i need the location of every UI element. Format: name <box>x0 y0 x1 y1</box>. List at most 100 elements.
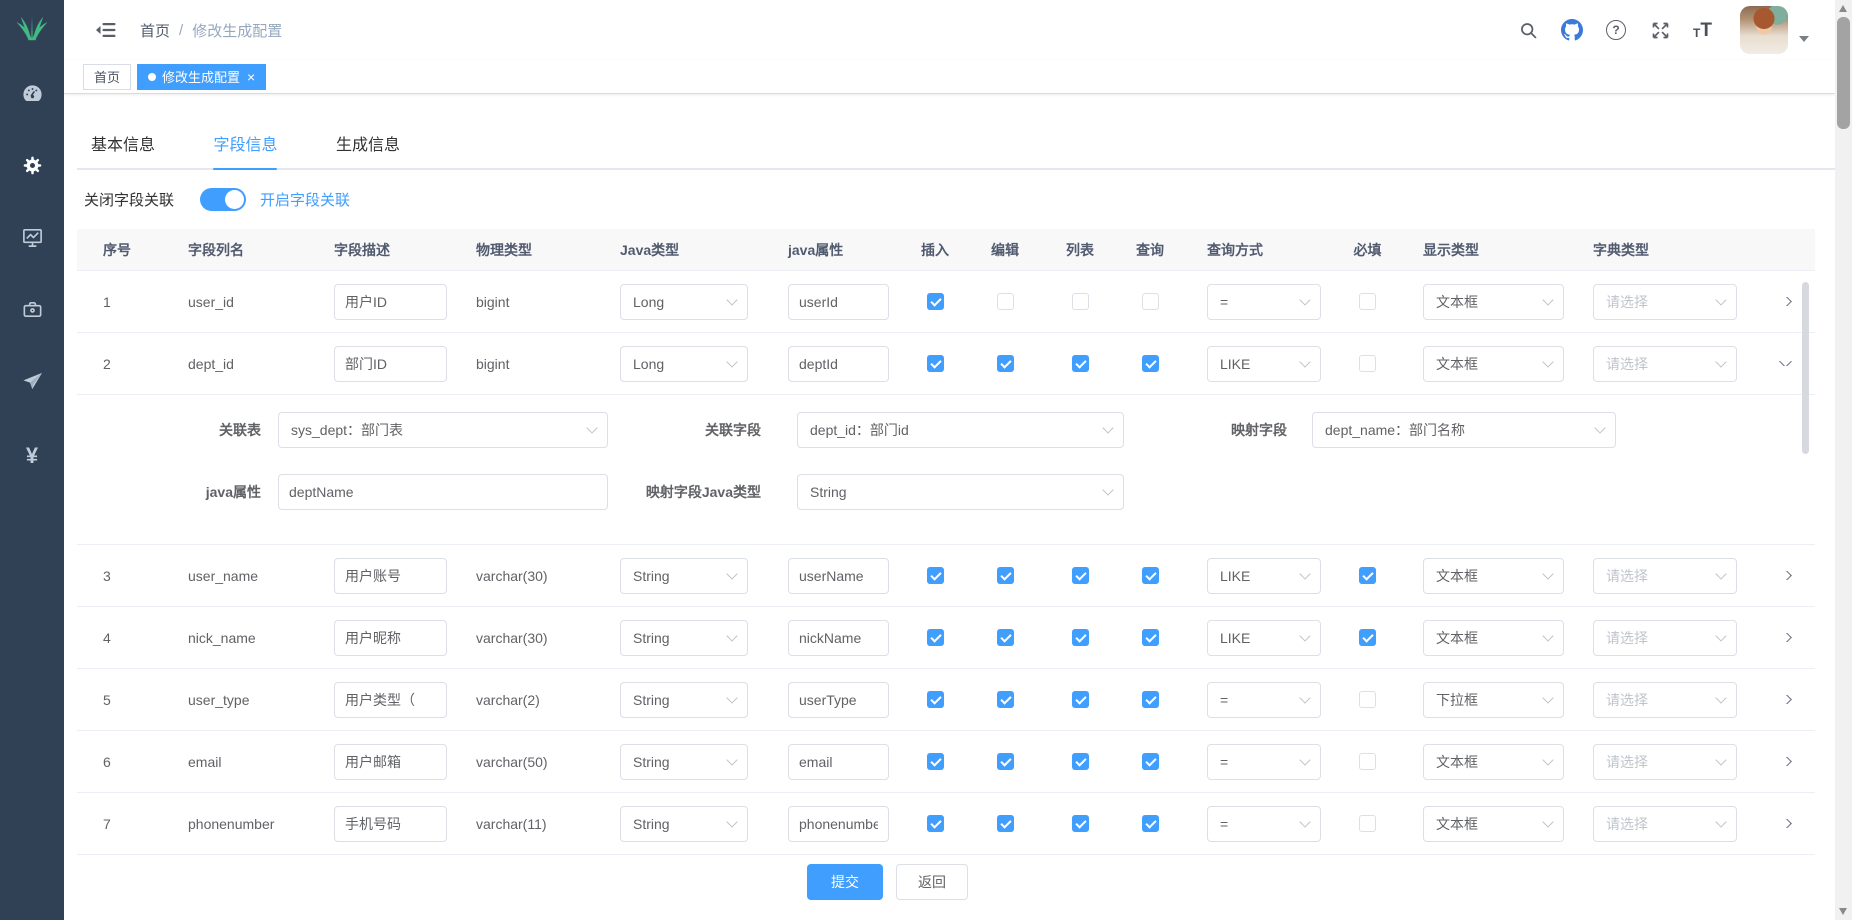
description-input[interactable] <box>334 620 447 656</box>
list-checkbox[interactable] <box>1072 691 1089 708</box>
list-checkbox[interactable] <box>1072 567 1089 584</box>
display-type-select[interactable]: 文本框 <box>1423 806 1564 842</box>
display-type-select[interactable]: 文本框 <box>1423 744 1564 780</box>
back-button[interactable]: 返回 <box>896 864 968 900</box>
scroll-up-arrow-icon[interactable] <box>1839 5 1847 12</box>
expand-toggle[interactable] <box>1779 361 1792 366</box>
breadcrumb-home[interactable]: 首页 <box>140 20 170 41</box>
description-input[interactable] <box>334 284 447 320</box>
sidebar-item-system[interactable] <box>0 132 64 204</box>
query-mode-select[interactable]: = <box>1207 284 1321 320</box>
expand-toggle[interactable] <box>1779 695 1792 704</box>
browser-scrollbar[interactable] <box>1835 0 1852 920</box>
list-checkbox[interactable] <box>1072 753 1089 770</box>
display-type-select[interactable]: 文本框 <box>1423 620 1564 656</box>
description-input[interactable] <box>334 744 447 780</box>
github-icon[interactable] <box>1561 19 1583 41</box>
tag-close-icon[interactable]: × <box>247 70 255 84</box>
insert-checkbox[interactable] <box>927 753 944 770</box>
sidebar-item-monitor[interactable] <box>0 204 64 276</box>
query-mode-select[interactable]: LIKE <box>1207 558 1321 594</box>
sidebar-item-guide[interactable] <box>0 348 64 420</box>
query-checkbox[interactable] <box>1142 691 1159 708</box>
edit-checkbox[interactable] <box>997 629 1014 646</box>
sidebar-item-pay[interactable]: ¥ <box>0 420 64 492</box>
list-checkbox[interactable] <box>1072 355 1089 372</box>
query-mode-select[interactable]: = <box>1207 682 1321 718</box>
dict-type-select[interactable]: 请选择 <box>1593 620 1737 656</box>
edit-checkbox[interactable] <box>997 355 1014 372</box>
display-type-select[interactable]: 下拉框 <box>1423 682 1564 718</box>
dict-type-select[interactable]: 请选择 <box>1593 558 1737 594</box>
required-checkbox[interactable] <box>1359 815 1376 832</box>
query-checkbox[interactable] <box>1142 629 1159 646</box>
scrollbar-thumb[interactable] <box>1837 17 1850 129</box>
app-logo[interactable] <box>0 0 64 60</box>
description-input[interactable] <box>334 346 447 382</box>
java-attr-input[interactable] <box>788 346 889 382</box>
mapping-java-type-select[interactable]: String <box>797 474 1124 510</box>
tab-field-info[interactable]: 字段信息 <box>213 120 277 168</box>
query-mode-select[interactable]: LIKE <box>1207 620 1321 656</box>
required-checkbox[interactable] <box>1359 629 1376 646</box>
insert-checkbox[interactable] <box>927 691 944 708</box>
help-icon[interactable]: ? <box>1605 19 1627 41</box>
required-checkbox[interactable] <box>1359 753 1376 770</box>
insert-checkbox[interactable] <box>927 567 944 584</box>
java-type-select[interactable]: String <box>620 744 748 780</box>
required-checkbox[interactable] <box>1359 567 1376 584</box>
description-input[interactable] <box>334 558 447 594</box>
java-attr-input[interactable] <box>788 620 889 656</box>
query-checkbox[interactable] <box>1142 815 1159 832</box>
description-input[interactable] <box>334 806 447 842</box>
fullscreen-icon[interactable] <box>1649 19 1671 41</box>
java-attr-input[interactable] <box>788 806 889 842</box>
query-mode-select[interactable]: = <box>1207 744 1321 780</box>
sidebar-item-dashboard[interactable] <box>0 60 64 132</box>
expand-toggle[interactable] <box>1779 819 1792 828</box>
edit-checkbox[interactable] <box>997 691 1014 708</box>
java-type-select[interactable]: String <box>620 682 748 718</box>
insert-checkbox[interactable] <box>927 629 944 646</box>
dict-type-select[interactable]: 请选择 <box>1593 806 1737 842</box>
query-checkbox[interactable] <box>1142 355 1159 372</box>
display-type-select[interactable]: 文本框 <box>1423 558 1564 594</box>
query-checkbox[interactable] <box>1142 567 1159 584</box>
edit-checkbox[interactable] <box>997 293 1014 310</box>
java-attr-input[interactable] <box>788 682 889 718</box>
dict-type-select[interactable]: 请选择 <box>1593 284 1737 320</box>
sub-java-attr-input[interactable] <box>278 474 608 510</box>
tag-edit-gen-config[interactable]: 修改生成配置 × <box>137 64 266 90</box>
list-checkbox[interactable] <box>1072 815 1089 832</box>
java-type-select[interactable]: String <box>620 620 748 656</box>
java-type-select[interactable]: String <box>620 558 748 594</box>
insert-checkbox[interactable] <box>927 355 944 372</box>
search-icon[interactable] <box>1517 19 1539 41</box>
edit-checkbox[interactable] <box>997 567 1014 584</box>
tab-basic-info[interactable]: 基本信息 <box>91 120 155 168</box>
table-scrollbar-thumb[interactable] <box>1802 282 1809 454</box>
dict-type-select[interactable]: 请选择 <box>1593 346 1737 382</box>
expand-toggle[interactable] <box>1779 297 1792 306</box>
insert-checkbox[interactable] <box>927 815 944 832</box>
sidebar-toggle-button[interactable] <box>94 18 118 42</box>
expand-toggle[interactable] <box>1779 757 1792 766</box>
list-checkbox[interactable] <box>1072 629 1089 646</box>
display-type-select[interactable]: 文本框 <box>1423 346 1564 382</box>
expand-toggle[interactable] <box>1779 571 1792 580</box>
java-attr-input[interactable] <box>788 558 889 594</box>
expand-toggle[interactable] <box>1779 633 1792 642</box>
query-mode-select[interactable]: = <box>1207 806 1321 842</box>
query-mode-select[interactable]: LIKE <box>1207 346 1321 382</box>
edit-checkbox[interactable] <box>997 753 1014 770</box>
tab-generate-info[interactable]: 生成信息 <box>336 120 400 168</box>
scroll-down-arrow-icon[interactable] <box>1839 908 1847 915</box>
java-attr-input[interactable] <box>788 284 889 320</box>
mapping-field-select[interactable]: dept_name：部门名称 <box>1312 412 1616 448</box>
submit-button[interactable]: 提交 <box>807 864 883 900</box>
sidebar-item-tool[interactable] <box>0 276 64 348</box>
list-checkbox[interactable] <box>1072 293 1089 310</box>
user-menu[interactable] <box>1740 6 1809 54</box>
tag-home[interactable]: 首页 <box>83 64 131 90</box>
relation-field-select[interactable]: dept_id：部门id <box>797 412 1124 448</box>
